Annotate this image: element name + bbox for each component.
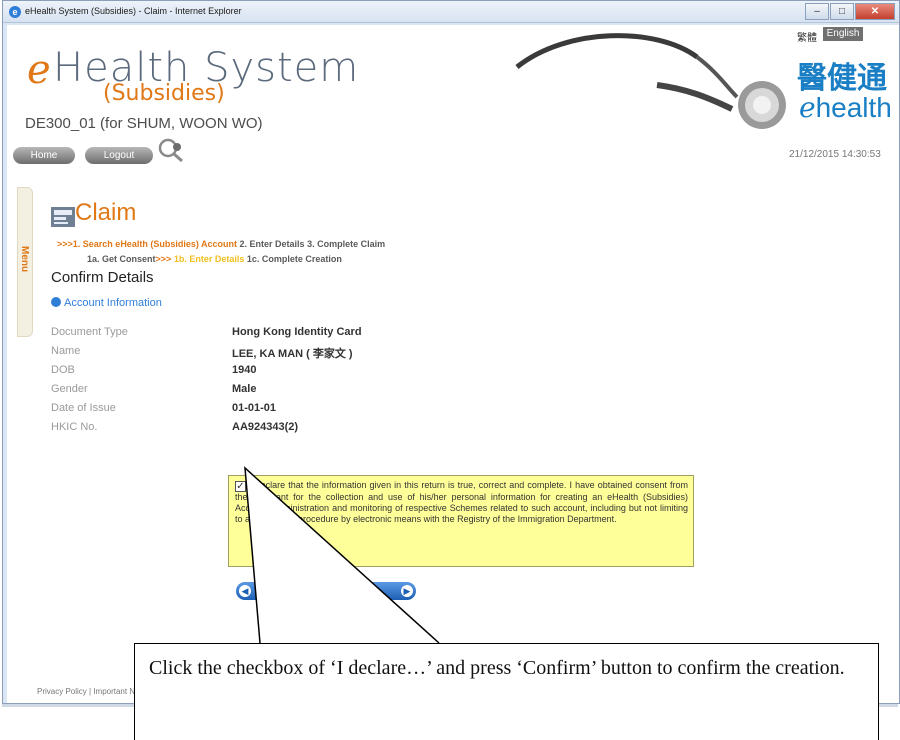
step-1: 1. Search eHealth (Subsidies) Account: [72, 239, 237, 249]
confirm-button-label: Confirm: [308, 585, 344, 596]
step-2: 2. Enter Details: [239, 239, 305, 249]
declaration-checkbox[interactable]: ✓: [235, 481, 246, 492]
account-info-heading: Account Information: [51, 297, 162, 309]
window-title: eHealth System (Subsidies) - Claim - Int…: [25, 6, 242, 16]
window-titlebar: e eHealth System (Subsidies) - Claim - I…: [3, 1, 899, 23]
field-label: Date of Issue: [51, 402, 116, 414]
confirm-button[interactable]: ◀ Confirm ▶: [236, 582, 416, 600]
field-label: DOB: [51, 364, 75, 376]
field-value: LEE, KA MAN ( 李家文 ): [232, 348, 353, 360]
forward-arrow-icon: ▶: [401, 585, 413, 597]
logo-subtitle: (Subsidies): [103, 81, 225, 106]
brand-health: health: [815, 92, 892, 123]
logo-e: e: [27, 47, 51, 93]
field-value: 01-01-01: [232, 402, 277, 414]
search-icon[interactable]: [157, 137, 185, 163]
browser-window: e eHealth System (Subsidies) - Claim - I…: [2, 0, 900, 704]
internet-explorer-icon: e: [9, 6, 21, 18]
lang-english-button[interactable]: English: [823, 27, 863, 41]
field-label: Gender: [51, 383, 88, 395]
current-datetime: 21/12/2015 14:30:53: [789, 149, 881, 160]
page-content: e Health System (Subsidies) DE300_01 (fo…: [7, 25, 899, 703]
close-button[interactable]: ✕: [855, 3, 895, 20]
minimize-button[interactable]: –: [805, 3, 829, 20]
back-arrow-icon: ◀: [239, 585, 251, 597]
declaration-box: ✓ I declare that the information given in…: [228, 475, 694, 567]
callout-text: Click the checkbox of ‘I declare…’ and p…: [149, 657, 845, 679]
step-3: 3. Complete Claim: [307, 239, 386, 249]
window-controls: – □ ✕: [804, 3, 895, 21]
stethoscope-icon: [515, 33, 786, 129]
side-menu-label: Menu: [19, 246, 30, 273]
service-provider-id: DE300_01 (for SHUM, WOON WO): [25, 115, 263, 132]
maximize-button[interactable]: □: [830, 3, 854, 20]
brand-e: e: [799, 91, 816, 124]
field-label: Name: [51, 345, 81, 357]
lang-traditional-chinese-link[interactable]: 繁體: [797, 29, 817, 44]
instruction-callout: Click the checkbox of ‘I declare…’ and p…: [134, 643, 879, 740]
declaration-text: I declare that the information given in …: [235, 480, 688, 524]
page-title: Claim: [75, 199, 137, 226]
logout-button[interactable]: Logout: [85, 147, 153, 164]
section-title: Confirm Details: [51, 269, 154, 286]
field-value: 1940: [232, 364, 257, 376]
bullet-icon: [51, 297, 61, 307]
field-value: AA924343(2): [232, 421, 299, 433]
field-label: Document Type: [51, 326, 128, 338]
side-menu-tab[interactable]: Menu: [17, 187, 33, 337]
substep-1a: 1a. Get Consent: [87, 254, 156, 264]
substep-1b: 1b. Enter Details: [173, 254, 245, 264]
field-value: Male: [232, 383, 257, 395]
claim-steps: >>>1. Search eHealth (Subsidies) Account…: [57, 239, 385, 249]
field-value: Hong Kong Identity Card: [232, 326, 362, 338]
substeps-arrow: >>>: [155, 254, 172, 264]
brand-english-name: ehealth: [799, 91, 892, 124]
claim-substeps: 1a. Get Consent>>> 1b. Enter Details 1c.…: [87, 254, 342, 264]
account-info-heading-text: Account Information: [64, 297, 162, 309]
substep-1c: 1c. Complete Creation: [246, 254, 342, 264]
steps-arrow: >>>: [57, 239, 73, 249]
field-label: HKIC No.: [51, 421, 98, 433]
home-button[interactable]: Home: [13, 147, 75, 164]
